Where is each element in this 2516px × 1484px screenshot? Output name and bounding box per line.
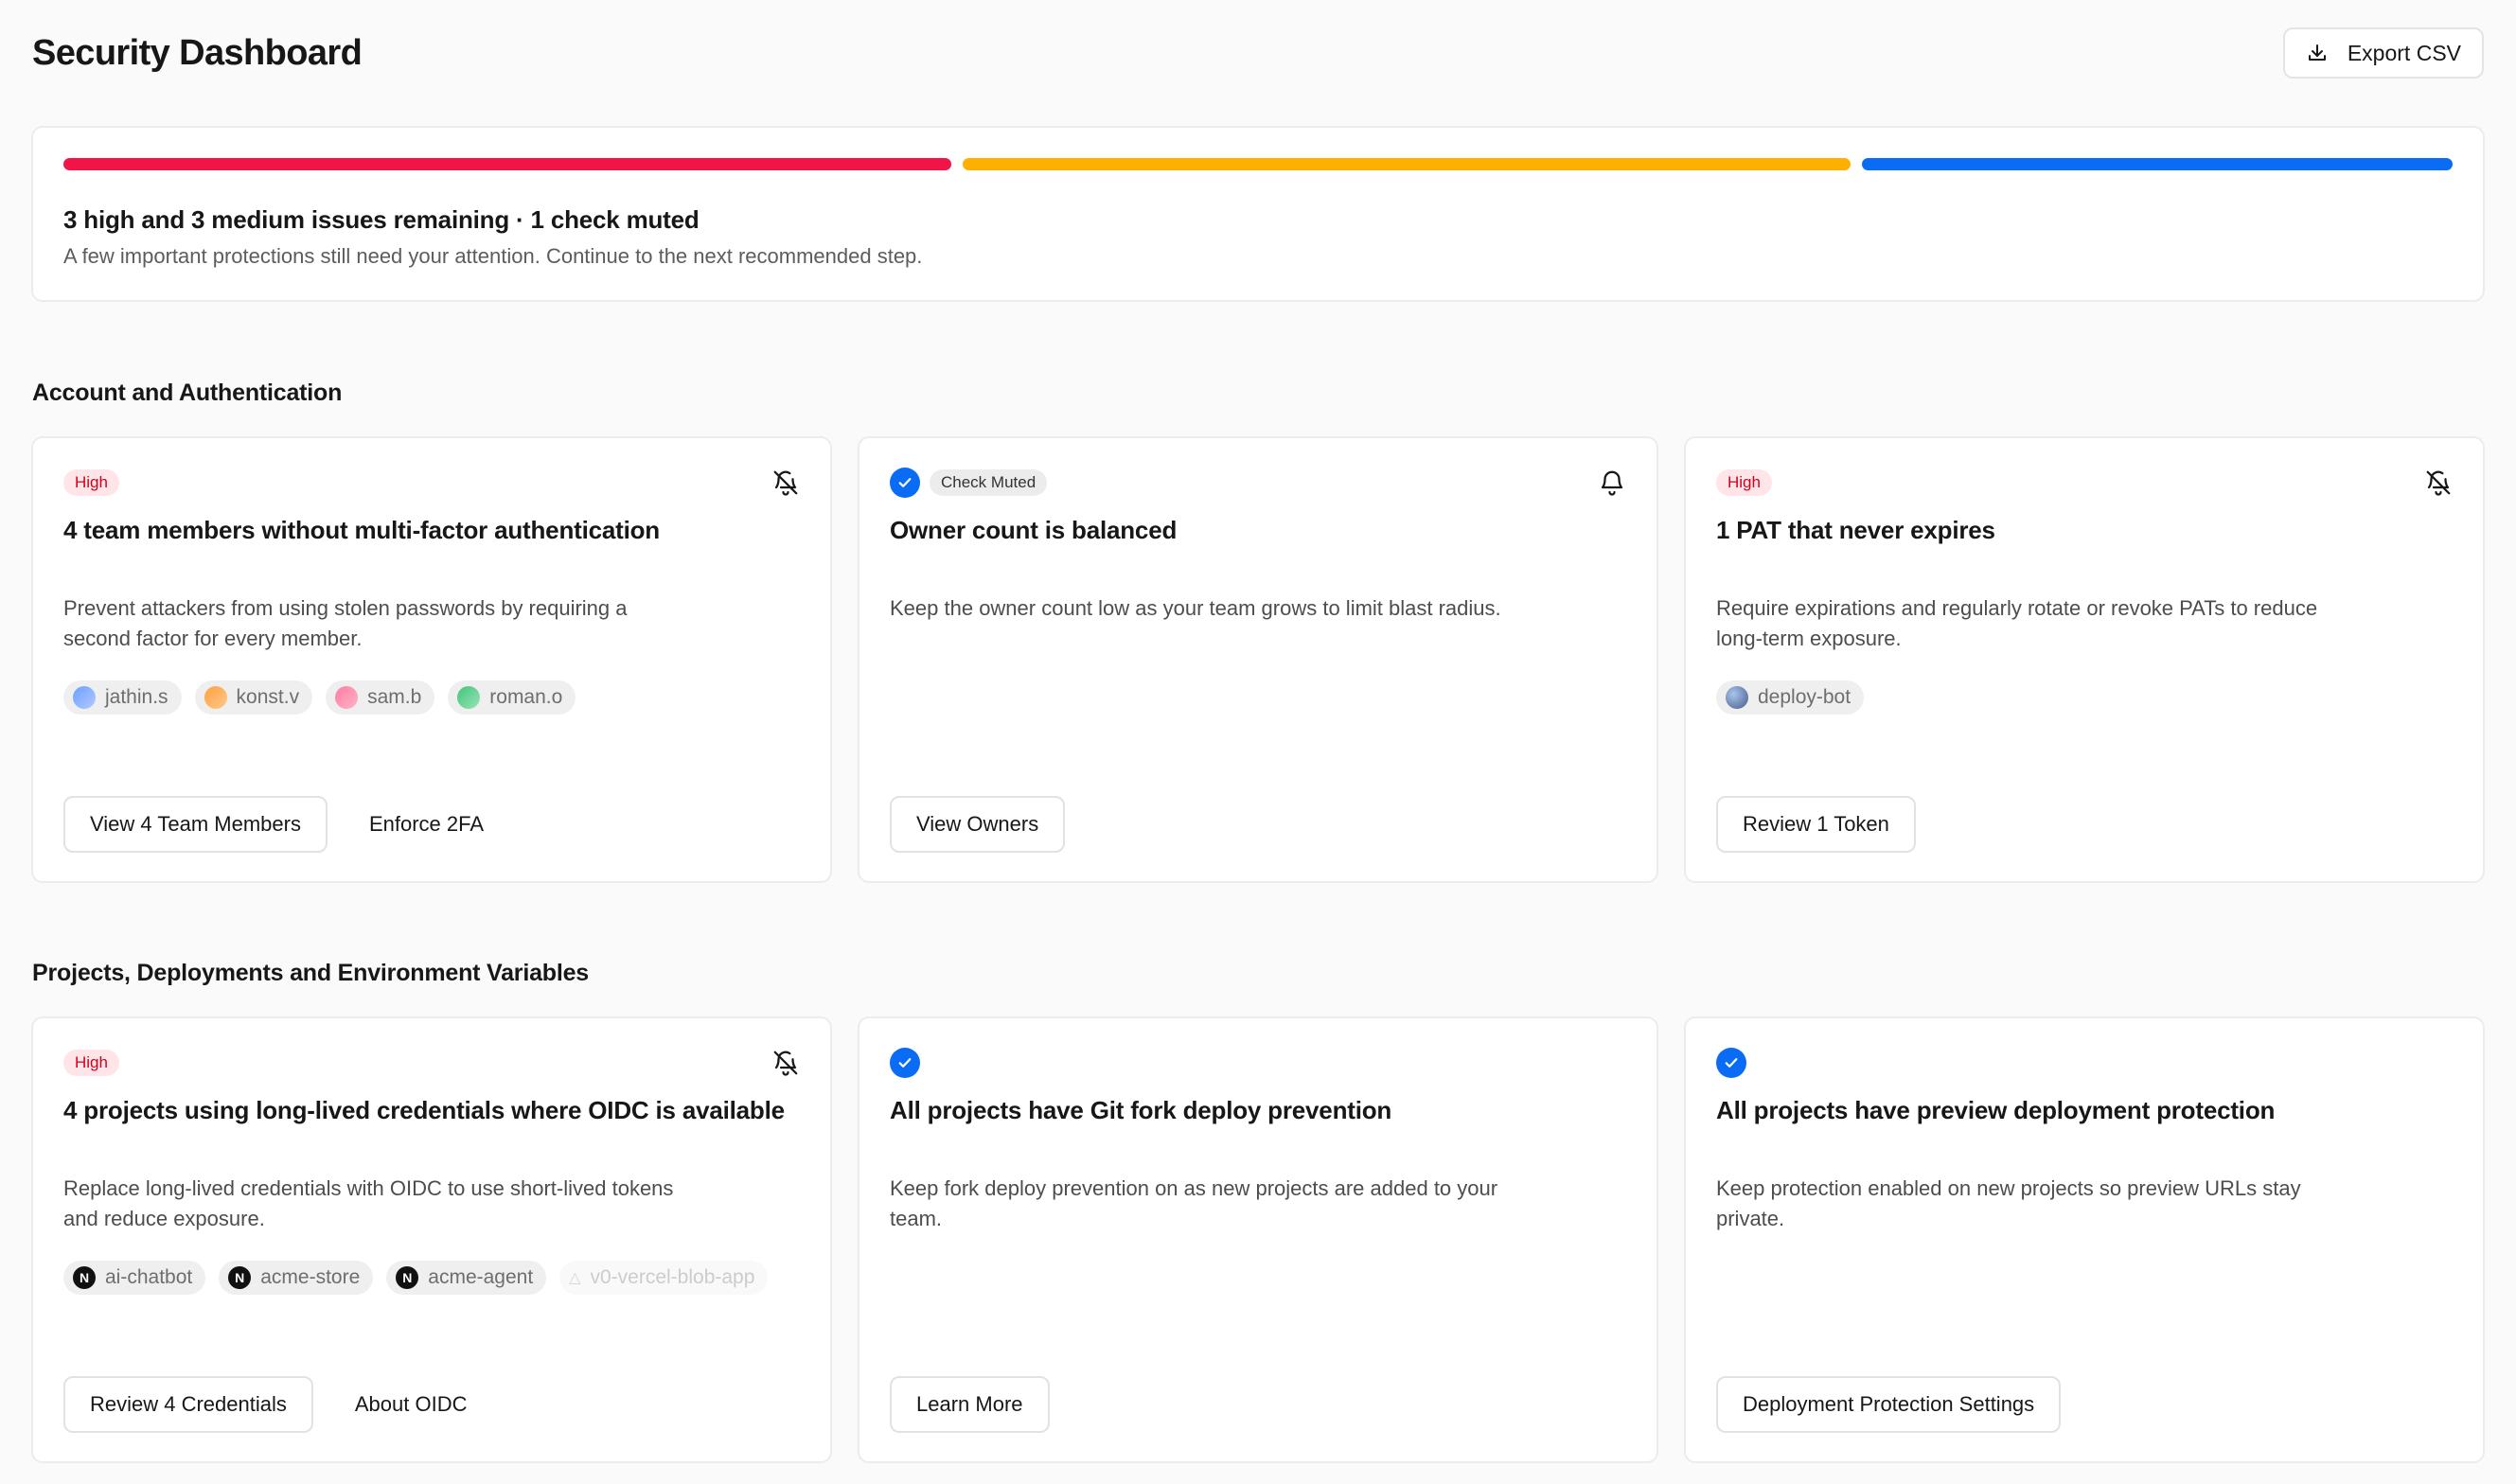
member-chip[interactable]: roman.o <box>448 680 576 715</box>
card-title: 1 PAT that never expires <box>1716 516 1995 544</box>
severity-badge: High <box>63 469 119 496</box>
nextjs-icon: N <box>73 1266 96 1289</box>
summary-title: 3 high and 3 medium issues remaining · 1… <box>63 205 700 234</box>
card-title: 4 team members without multi-factor auth… <box>63 516 660 544</box>
avatar <box>335 686 359 709</box>
view-team-members-button[interactable]: View 4 Team Members <box>63 796 328 853</box>
about-oidc-link[interactable]: About OIDC <box>355 1392 468 1417</box>
member-chip[interactable]: jathin.s <box>63 680 182 715</box>
member-chip[interactable]: sam.b <box>326 680 435 715</box>
page-title: Security Dashboard <box>32 32 363 73</box>
card-description: Keep fork deploy prevention on as new pr… <box>890 1176 1498 1230</box>
summary-description: A few important protections still need y… <box>63 244 923 268</box>
project-chip[interactable]: Nacme-store <box>219 1261 374 1295</box>
export-csv-label: Export CSV <box>2347 40 2461 65</box>
export-csv-button[interactable]: Export CSV <box>2282 27 2484 79</box>
card-description: Keep the owner count low as your team gr… <box>890 596 1501 620</box>
avatar <box>204 686 227 709</box>
bell-off-icon[interactable] <box>2424 468 2453 497</box>
nextjs-icon: N <box>228 1266 252 1289</box>
severity-badge: High <box>63 1050 119 1076</box>
card-title: All projects have Git fork deploy preven… <box>890 1096 1392 1124</box>
header: Security Dashboard Export CSV <box>32 26 2484 80</box>
card-title: 4 projects using long-lived credentials … <box>63 1096 785 1124</box>
card-mfa: High 4 team members without multi-factor… <box>31 436 832 883</box>
project-chip[interactable]: Nai-chatbot <box>63 1261 206 1295</box>
nextjs-icon: N <box>396 1266 419 1289</box>
token-chips: deploy-bot <box>1716 680 2426 715</box>
card-fork-prevention: All projects have Git fork deploy preven… <box>858 1016 1658 1463</box>
severity-progress <box>63 158 2453 170</box>
check-icon <box>890 1048 920 1078</box>
high-severity-bar <box>63 158 951 170</box>
project-chip[interactable]: △ v0-vercel-blob-app <box>559 1261 769 1295</box>
deployment-protection-settings-button[interactable]: Deployment Protection Settings <box>1716 1376 2062 1433</box>
review-credentials-button[interactable]: Review 4 Credentials <box>63 1376 313 1433</box>
member-chips: jathin.s konst.v sam.b roman.o <box>63 680 773 715</box>
card-description: Require expirations and regularly rotate… <box>1716 596 2318 650</box>
token-chip[interactable]: deploy-bot <box>1716 680 1865 715</box>
avatar <box>73 686 96 709</box>
project-chips: Nai-chatbot Nacme-store Nacme-agent △ v0-… <box>63 1261 773 1295</box>
review-token-button[interactable]: Review 1 Token <box>1716 796 1916 853</box>
enforce-2fa-link[interactable]: Enforce 2FA <box>369 812 484 837</box>
medium-severity-bar <box>963 158 1851 170</box>
vercel-icon: △ <box>569 1270 581 1286</box>
low-severity-bar <box>1862 158 2453 170</box>
section-title-account: Account and Authentication <box>32 380 343 406</box>
avatar <box>457 686 481 709</box>
card-oidc: High 4 projects using long-lived credent… <box>31 1016 832 1463</box>
avatar <box>1726 686 1748 709</box>
member-chip[interactable]: konst.v <box>194 680 313 715</box>
check-icon <box>890 468 920 498</box>
download-icon <box>2308 44 2326 61</box>
check-icon <box>1716 1048 1746 1078</box>
card-title: All projects have preview deployment pro… <box>1716 1096 2276 1124</box>
section-title-projects: Projects, Deployments and Environment Va… <box>32 960 590 986</box>
card-owner-count: Check Muted Owner count is balanced Keep… <box>858 436 1658 883</box>
card-preview-protection: All projects have preview deployment pro… <box>1684 1016 2485 1463</box>
card-pat: High 1 PAT that never expires Require ex… <box>1684 436 2485 883</box>
learn-more-button[interactable]: Learn More <box>890 1376 1050 1433</box>
summary-panel: 3 high and 3 medium issues remaining · 1… <box>31 126 2485 302</box>
card-description: Keep protection enabled on new projects … <box>1716 1176 2301 1230</box>
card-title: Owner count is balanced <box>890 516 1178 544</box>
muted-badge: Check Muted <box>930 469 1048 496</box>
view-owners-button[interactable]: View Owners <box>890 796 1066 853</box>
bell-icon[interactable] <box>1598 468 1626 497</box>
card-description: Replace long-lived credentials with OIDC… <box>63 1176 674 1230</box>
card-description: Prevent attackers from using stolen pass… <box>63 596 628 650</box>
bell-off-icon[interactable] <box>771 468 800 497</box>
bell-off-icon[interactable] <box>771 1049 800 1077</box>
severity-badge: High <box>1716 469 1772 496</box>
project-chip[interactable]: Nacme-agent <box>386 1261 547 1295</box>
